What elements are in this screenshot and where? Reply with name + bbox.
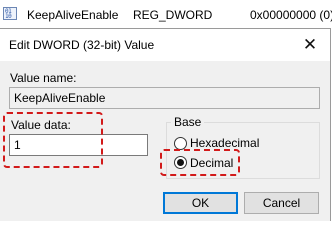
- dword-value-icon: 01 10: [3, 7, 17, 20]
- registry-value-data: 0x00000000 (0): [250, 8, 332, 22]
- hexadecimal-radio-label[interactable]: Hexadecimal: [190, 136, 259, 150]
- base-group-label: Base: [171, 115, 205, 129]
- value-name-label: Value name:: [10, 71, 77, 85]
- registry-value-type: REG_DWORD: [133, 8, 213, 22]
- registry-value-row[interactable]: 01 10 KeepAliveEnable REG_DWORD 0x0000000…: [0, 0, 332, 28]
- dialog-title: Edit DWORD (32-bit) Value: [9, 38, 155, 52]
- close-icon[interactable]: ✕: [290, 29, 330, 61]
- ok-button[interactable]: OK: [163, 192, 238, 214]
- value-name-field[interactable]: KeepAliveEnable: [9, 87, 320, 109]
- decimal-highlight: [160, 149, 240, 176]
- edit-dword-dialog: Edit DWORD (32-bit) Value ✕ Value name: …: [0, 28, 331, 221]
- dialog-titlebar[interactable]: Edit DWORD (32-bit) Value ✕: [0, 29, 330, 61]
- value-data-highlight: [3, 112, 103, 168]
- registry-value-name: KeepAliveEnable: [27, 8, 119, 22]
- cancel-button[interactable]: Cancel: [244, 192, 319, 214]
